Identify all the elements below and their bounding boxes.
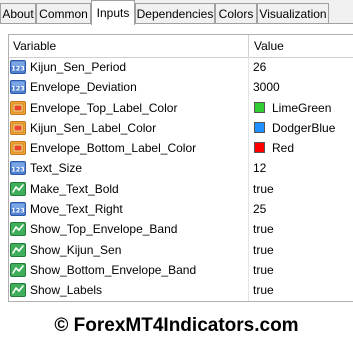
table-row[interactable]: Make_Text_Bold true	[9, 178, 353, 200]
boolean-icon	[10, 242, 26, 258]
variable-value[interactable]: DodgerBlue	[272, 121, 335, 135]
column-divider	[248, 138, 249, 159]
integer-icon: 123	[10, 201, 26, 217]
variable-value[interactable]: true	[253, 283, 274, 297]
variable-name: Kijun_Sen_Period	[30, 60, 127, 74]
variable-value[interactable]: 26	[253, 60, 266, 74]
variable-name: Text_Size	[30, 161, 83, 176]
watermark: © ForexMT4Indicators.com	[0, 306, 353, 346]
variable-name: Show_Bottom_Envelope_Band	[30, 262, 197, 277]
boolean-icon	[10, 181, 26, 197]
integer-icon: 123	[10, 59, 26, 75]
variable-value[interactable]: 25	[253, 202, 266, 216]
integer-icon: 123	[10, 79, 26, 95]
table-row[interactable]: Show_Labels true	[9, 280, 353, 301]
color-swatch	[254, 121, 265, 133]
tab-label: About	[2, 7, 34, 21]
column-divider[interactable]	[248, 35, 249, 57]
column-divider	[248, 219, 249, 240]
column-divider	[248, 178, 249, 200]
variable-name: Envelope_Top_Label_Color	[30, 100, 178, 115]
table-row[interactable]: Envelope_Bottom_Label_Color Red	[9, 138, 353, 159]
svg-text:123: 123	[11, 85, 25, 93]
table-row[interactable]: Show_Kijun_Sen true	[9, 239, 353, 260]
variable-name: Kijun_Sen_Label_Color	[30, 120, 157, 135]
column-header-variable[interactable]: Variable	[13, 39, 56, 53]
column-divider	[248, 259, 249, 281]
inputs-panel: Variable Value 123 Kijun_Sen_Period 26 123 E…	[0, 24, 353, 306]
variable-value[interactable]: LimeGreen	[272, 101, 331, 115]
tab-visualization[interactable]: Visualization	[257, 3, 329, 23]
column-divider	[248, 57, 249, 78]
table-row[interactable]: Kijun_Sen_Label_Color DodgerBlue	[9, 117, 353, 139]
tab-label: Colors	[218, 7, 254, 21]
color-icon	[10, 100, 26, 116]
variable-value[interactable]: true	[253, 182, 274, 196]
boolean-icon	[10, 262, 26, 278]
variable-value[interactable]: true	[253, 263, 274, 277]
column-divider	[248, 158, 249, 179]
table-row[interactable]: 123 Kijun_Sen_Period 26	[9, 57, 353, 78]
color-icon	[10, 140, 26, 156]
tab-about[interactable]: About	[0, 3, 36, 23]
column-divider	[248, 97, 249, 118]
variable-name: Make_Text_Bold	[30, 181, 119, 196]
column-divider	[248, 239, 249, 260]
variable-name: Show_Top_Envelope_Band	[30, 222, 178, 237]
tab-label: Visualization	[259, 7, 327, 21]
boolean-icon	[10, 282, 26, 298]
table-row[interactable]: Show_Bottom_Envelope_Band true	[9, 259, 353, 281]
variable-value[interactable]: 3000	[253, 80, 280, 94]
table-row[interactable]: Show_Top_Envelope_Band true	[9, 219, 353, 240]
table-row[interactable]: 123 Envelope_Deviation 3000	[9, 77, 353, 98]
tab-bar: About Common Inputs Dependencies Colors …	[0, 0, 353, 25]
table-row[interactable]: 123 Text_Size 12	[9, 158, 353, 179]
variable-name: Show_Kijun_Sen	[30, 242, 122, 257]
tab-inputs[interactable]: Inputs	[91, 0, 135, 25]
column-divider	[248, 280, 249, 301]
variable-value[interactable]: true	[253, 243, 274, 257]
svg-text:123: 123	[11, 65, 25, 73]
tab-label: Common	[39, 7, 88, 21]
table-row[interactable]: Envelope_Top_Label_Color LimeGreen	[9, 97, 353, 118]
tab-label: Inputs	[96, 6, 130, 20]
color-swatch	[254, 101, 265, 113]
tab-label: Dependencies	[136, 7, 214, 21]
grid-rows: 123 Kijun_Sen_Period 26 123 Envelope_Deviati…	[9, 57, 353, 301]
variable-name: Move_Text_Right	[30, 202, 123, 217]
variable-name: Show_Labels	[30, 283, 103, 298]
integer-icon: 123	[10, 160, 26, 176]
color-swatch	[254, 142, 265, 154]
color-icon	[10, 120, 26, 136]
grid-header: Variable Value	[9, 35, 353, 58]
column-divider	[248, 117, 249, 139]
svg-text:123: 123	[11, 166, 25, 174]
svg-text:123: 123	[11, 207, 25, 215]
inputs-grid: Variable Value 123 Kijun_Sen_Period 26 123 E…	[8, 34, 353, 302]
tab-colors[interactable]: Colors	[215, 3, 257, 23]
variable-value[interactable]: 12	[253, 161, 266, 175]
column-divider	[248, 77, 249, 98]
column-header-value[interactable]: Value	[254, 39, 284, 53]
boolean-icon	[10, 221, 26, 237]
variable-name: Envelope_Bottom_Label_Color	[30, 141, 197, 156]
tab-dependencies[interactable]: Dependencies	[135, 3, 215, 23]
variable-value[interactable]: true	[253, 222, 274, 236]
tab-common[interactable]: Common	[36, 3, 91, 23]
variable-name: Envelope_Deviation	[30, 80, 137, 95]
column-divider	[248, 199, 249, 220]
table-row[interactable]: 123 Move_Text_Right 25	[9, 199, 353, 220]
variable-value[interactable]: Red	[272, 141, 294, 155]
